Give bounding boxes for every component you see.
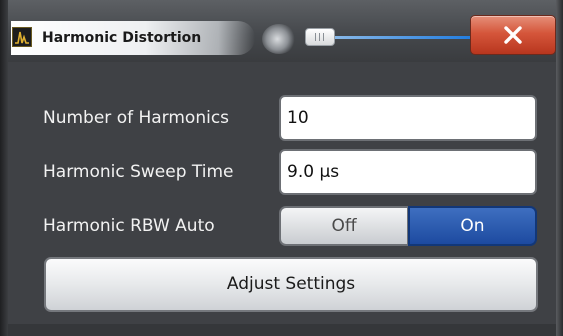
window-left-edge: [0, 0, 8, 336]
title-bar[interactable]: Harmonic Distortion: [0, 0, 563, 62]
number-of-harmonics-label: Number of Harmonics: [43, 108, 230, 128]
close-button[interactable]: [470, 15, 556, 55]
window-title: Harmonic Distortion: [42, 30, 202, 46]
window-bottom-edge: [8, 324, 556, 336]
sweep-time-field[interactable]: [279, 149, 537, 195]
transparency-slider-thumb[interactable]: [305, 28, 335, 46]
sweep-time-input[interactable]: [281, 151, 535, 193]
rbw-auto-toggle[interactable]: Off On: [279, 206, 537, 246]
spectrum-app-icon: [12, 27, 32, 47]
number-of-harmonics-input[interactable]: [281, 97, 535, 139]
adjust-settings-button[interactable]: Adjust Settings: [44, 257, 538, 312]
title-decoration: [262, 24, 296, 54]
rbw-auto-off-option[interactable]: Off: [279, 206, 408, 246]
number-of-harmonics-field[interactable]: [279, 95, 537, 141]
transparency-slider-track[interactable]: [326, 36, 476, 39]
window-right-edge: [556, 0, 563, 336]
rbw-auto-on-option[interactable]: On: [408, 206, 537, 246]
rbw-auto-label: Harmonic RBW Auto: [43, 216, 215, 236]
sweep-time-label: Harmonic Sweep Time: [43, 162, 234, 182]
close-x-icon: [504, 26, 522, 44]
